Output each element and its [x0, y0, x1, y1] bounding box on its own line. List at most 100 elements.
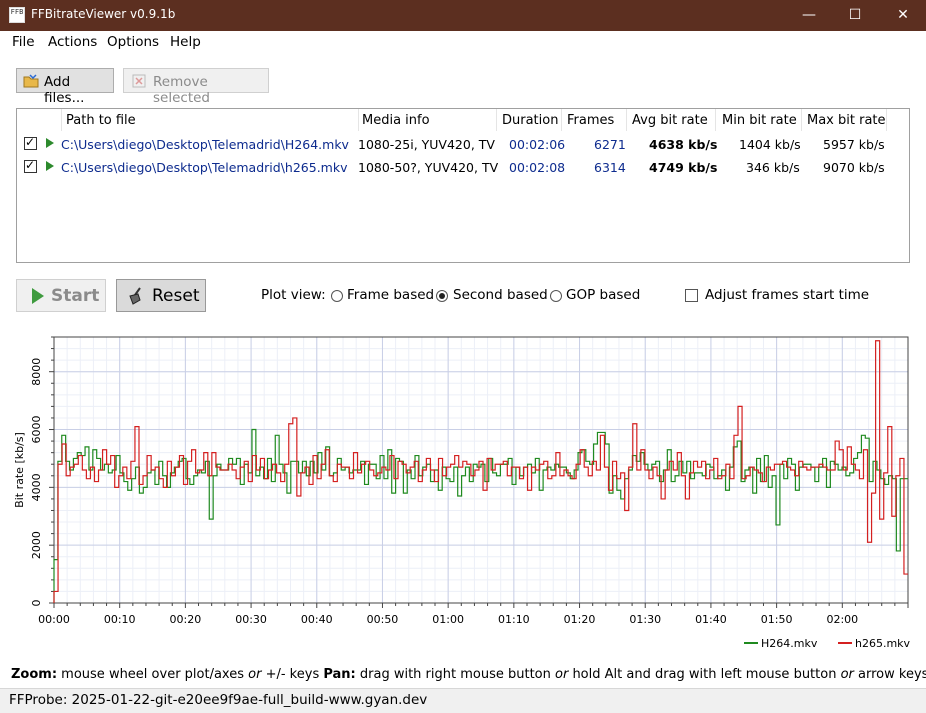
avg-bitrate: 4749 kb/s [649, 160, 718, 175]
menu-options[interactable]: Options [107, 34, 159, 50]
adjust-frames-checkbox[interactable] [685, 289, 698, 302]
adjust-frames-label[interactable]: Adjust frames start time [705, 287, 869, 303]
add-files-button[interactable]: Add files... [16, 68, 114, 106]
file-path: C:\Users\diego\Desktop\Telemadrid\H264.m… [61, 137, 349, 152]
x-tick-label: 01:20 [564, 613, 596, 626]
status-text: FFProbe: 2025-01-22-git-e20ee9f9ae-full_… [9, 692, 428, 708]
zoom-label: Zoom: [11, 667, 58, 682]
header-avg-bitrate[interactable]: Avg bit rate [632, 113, 708, 128]
header-separator [561, 109, 562, 131]
header-frames[interactable]: Frames [567, 113, 614, 128]
play-icon[interactable] [46, 138, 54, 148]
menu-help[interactable]: Help [170, 34, 201, 50]
header-separator [886, 109, 887, 131]
folder-icon [23, 74, 39, 88]
radio-gop-based[interactable] [550, 290, 562, 302]
pan-text: drag with right mouse button [355, 667, 555, 682]
x-tick-label: 02:00 [826, 613, 858, 626]
x-tick-label: 01:30 [629, 613, 661, 626]
duration: 00:02:08 [509, 160, 566, 175]
duration: 00:02:06 [509, 137, 566, 152]
radio-second-based[interactable] [436, 290, 448, 302]
x-tick-label: 01:50 [761, 613, 793, 626]
radio-frame-based[interactable] [331, 290, 343, 302]
x-tick-label: 00:00 [38, 613, 70, 626]
header-separator [61, 109, 62, 131]
x-tick-label: 00:40 [301, 613, 333, 626]
hint-text: Zoom: mouse wheel over plot/axes or +/- … [11, 667, 926, 682]
start-icon [32, 288, 44, 304]
pan-text2: hold Alt and drag with left mouse button [568, 667, 841, 682]
y-axis-label: Bit rate [kb/s] [13, 432, 26, 508]
x-tick-label: 01:10 [498, 613, 530, 626]
status-bar: FFProbe: 2025-01-22-git-e20ee9f9ae-full_… [0, 688, 926, 713]
play-icon[interactable] [46, 161, 54, 171]
x-tick-label: 00:10 [104, 613, 136, 626]
app-icon: FFB [9, 7, 25, 23]
start-label: Start [51, 286, 100, 306]
radio-gop-based-label[interactable]: GOP based [566, 287, 640, 303]
minimize-button[interactable]: — [786, 0, 832, 31]
x-tick-label: 00:30 [235, 613, 267, 626]
plot-view-label: Plot view: [261, 287, 326, 303]
bitrate-plot[interactable]: 00:00 00:10 00:20 00:30 00:40 00:50 01:00 01:10… [0, 322, 926, 658]
y-tick-label: 2000 [30, 531, 43, 559]
menu-actions[interactable]: Actions [48, 34, 97, 50]
min-bitrate: 1404 kb/s [739, 137, 801, 152]
header-path[interactable]: Path to file [66, 113, 136, 128]
y-tick-label: 6000 [30, 416, 43, 444]
row-checkbox[interactable] [24, 135, 37, 150]
menu-file[interactable]: File [12, 34, 35, 50]
legend-label: H264.mkv [761, 637, 818, 650]
media-info: 1080-50?, YUV420, TV [358, 160, 499, 175]
y-tick-label: 4000 [30, 473, 43, 501]
add-files-label: Add files... [44, 74, 85, 106]
pan-label: Pan: [323, 667, 356, 682]
header-duration[interactable]: Duration [502, 113, 558, 128]
x-tick-label: 01:00 [432, 613, 464, 626]
start-button[interactable]: Start [16, 279, 106, 312]
plot-canvas[interactable]: 00:00 00:10 00:20 00:30 00:40 00:50 01:00 01:10… [0, 322, 926, 658]
maximize-button[interactable]: ☐ [832, 0, 878, 31]
header-max-bitrate[interactable]: Max bit rate [807, 113, 886, 128]
window-title: FFBitrateViewer v0.9.1b [31, 7, 176, 21]
header-separator [496, 109, 497, 131]
file-path: C:\Users\diego\Desktop\Telemadrid\h265.m… [61, 160, 348, 175]
max-bitrate: 9070 kb/s [823, 160, 885, 175]
close-button[interactable]: ✕ [880, 0, 926, 31]
or-text: or [555, 667, 569, 682]
x-tick-label: 01:40 [695, 613, 727, 626]
header-min-bitrate[interactable]: Min bit rate [722, 113, 797, 128]
title-bar: FFB FFBitrateViewer v0.9.1b — ☐ ✕ [0, 0, 926, 31]
legend-label: h265.mkv [855, 637, 911, 650]
y-tick-label: 8000 [30, 358, 43, 386]
max-bitrate: 5957 kb/s [823, 137, 885, 152]
row-checkbox[interactable] [24, 158, 37, 173]
header-separator [715, 109, 716, 131]
broom-icon [129, 287, 141, 305]
menu-bar: File Actions Options Help [0, 31, 926, 54]
media-info: 1080-25i, YUV420, TV [358, 137, 495, 152]
or-text: or [840, 667, 854, 682]
remove-icon [132, 74, 146, 88]
zoom-text: mouse wheel over plot/axes [57, 667, 249, 682]
zoom-text2: +/- keys [261, 667, 324, 682]
pan-text3: arrow keys. [853, 667, 926, 682]
file-table: Path to file Media info Duration Frames … [16, 108, 910, 263]
remove-selected-button[interactable]: Remove selected [123, 68, 269, 106]
x-tick-label: 00:50 [367, 613, 399, 626]
x-tick-label: 00:20 [170, 613, 202, 626]
radio-second-based-label[interactable]: Second based [453, 287, 548, 303]
frames: 6271 [594, 137, 626, 152]
avg-bitrate: 4638 kb/s [649, 137, 718, 152]
radio-frame-based-label[interactable]: Frame based [347, 287, 434, 303]
frames: 6314 [594, 160, 626, 175]
y-tick-label: 0 [30, 600, 43, 607]
app-icon-text: FFB [10, 8, 24, 16]
reset-label: Reset [152, 286, 200, 306]
header-separator [801, 109, 802, 131]
header-media-info[interactable]: Media info [362, 113, 430, 128]
header-separator [626, 109, 627, 131]
reset-button[interactable]: Reset [116, 279, 206, 312]
or-text: or [248, 667, 262, 682]
